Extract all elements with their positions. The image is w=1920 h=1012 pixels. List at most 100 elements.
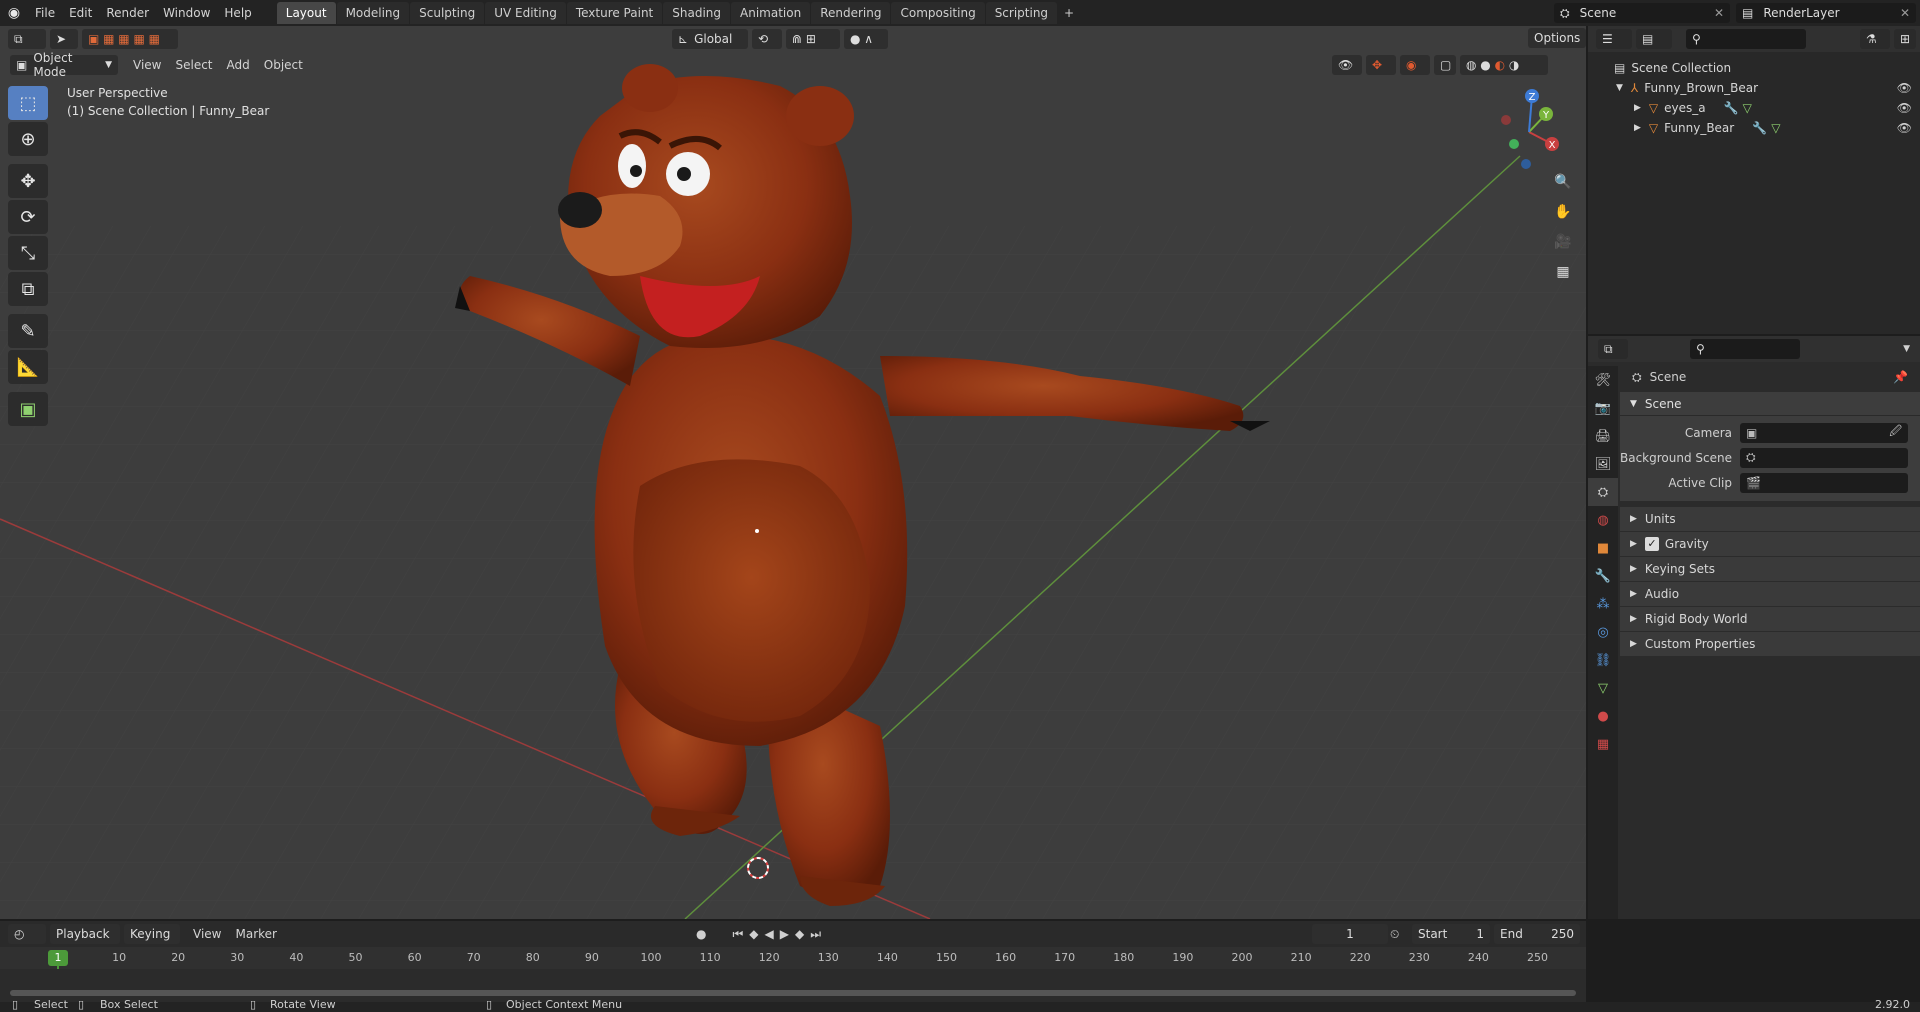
filter-button[interactable]: ⚗ — [1860, 29, 1890, 49]
menu-select[interactable]: Select — [168, 58, 219, 72]
display-mode-button[interactable]: ▤ — [1636, 29, 1672, 49]
tab-scripting[interactable]: Scripting — [985, 2, 1058, 24]
menu-view[interactable]: View — [126, 58, 168, 72]
tab-texture[interactable]: ▦ — [1588, 730, 1618, 758]
neg-y-axis-icon[interactable] — [1509, 139, 1519, 149]
keying-menu[interactable]: Keying — [124, 924, 180, 944]
play-reverse-icon[interactable]: ◀ — [765, 927, 774, 941]
menu-help[interactable]: Help — [217, 0, 258, 26]
annotate-tool[interactable]: ✎ — [8, 314, 48, 348]
tab-shading[interactable]: Shading — [663, 2, 730, 24]
neg-x-axis-icon[interactable] — [1501, 115, 1511, 125]
blender-logo-icon[interactable]: ◉ — [0, 0, 28, 26]
background-scene-field[interactable]: ⛭ — [1740, 447, 1908, 468]
overlay-toggle-button[interactable]: ◉ — [1400, 55, 1430, 75]
jump-end-icon[interactable]: ⏭ — [810, 927, 821, 942]
scene-selector[interactable]: ⛭ Scene ✕ — [1554, 3, 1730, 23]
visibility-button[interactable]: 👁 — [1332, 55, 1362, 75]
outliner-row-eyes-a[interactable]: ▶ ▽ eyes_a 🔧 ▽ 👁 — [1588, 98, 1920, 118]
prev-keyframe-icon[interactable]: ◆ — [749, 927, 758, 941]
camera-field[interactable]: ▣ 🖉 — [1740, 422, 1908, 443]
tab-object[interactable]: ■ — [1588, 534, 1618, 562]
tab-modeling[interactable]: Modeling — [336, 2, 410, 24]
select-tool-mode-button[interactable]: ➤ — [50, 29, 78, 49]
start-frame-field[interactable]: Start 1 — [1412, 924, 1490, 944]
menu-edit[interactable]: Edit — [62, 0, 99, 26]
ortho-toggle-button[interactable]: ▦ — [1548, 258, 1578, 286]
tab-compositing[interactable]: Compositing — [891, 2, 985, 24]
rigid-body-world-panel-header[interactable]: ▶ Rigid Body World — [1620, 607, 1920, 631]
keying-sets-panel-header[interactable]: ▶ Keying Sets — [1620, 557, 1920, 581]
eye-icon[interactable]: 👁 — [1897, 121, 1912, 135]
timeline-editor-type-button[interactable]: ◴ — [8, 924, 46, 944]
proportional-editing-button[interactable]: ● ∧ — [844, 29, 888, 49]
gravity-checkbox[interactable]: ✓ — [1644, 537, 1659, 551]
selection-mode-buttons[interactable]: ▣ ▦ ▦ ▦ ▦ — [82, 29, 178, 49]
outliner-search-input[interactable]: ⚲ — [1686, 29, 1806, 49]
close-icon[interactable]: ✕ — [1714, 6, 1724, 20]
add-cube-tool[interactable]: ▣ — [8, 392, 48, 426]
units-panel-header[interactable]: ▶ Units — [1620, 507, 1920, 531]
tab-tool[interactable]: 🛠 — [1588, 366, 1618, 394]
3d-viewport[interactable]: ⧉ ➤ ▣ ▦ ▦ ▦ ▦ ▣ Object Mode ▼ View Selec… — [0, 26, 1586, 919]
outliner-editor-type-button[interactable]: ☰ — [1596, 29, 1632, 49]
jump-start-icon[interactable]: ⏮ — [732, 927, 743, 942]
pan-button[interactable]: ✋ — [1548, 198, 1578, 226]
tab-texture-paint[interactable]: Texture Paint — [566, 2, 663, 24]
marker-menu[interactable]: Marker — [228, 927, 283, 941]
measure-tool[interactable]: 📐 — [8, 350, 48, 384]
tab-modifiers[interactable]: 🔧 — [1588, 562, 1618, 590]
object-mode-dropdown[interactable]: ▣ Object Mode ▼ — [10, 51, 118, 79]
shading-mode-buttons[interactable]: ◍ ● ◐ ◑ — [1460, 55, 1548, 75]
tab-render[interactable]: 📷 — [1588, 394, 1618, 422]
transform-orientation-dropdown[interactable]: ⊾ Global — [672, 29, 748, 49]
move-tool[interactable]: ✥ — [8, 164, 48, 198]
gizmo-toggle-button[interactable]: ✥ — [1366, 55, 1396, 75]
current-frame-field[interactable]: 1 — [1312, 924, 1388, 944]
record-icon[interactable]: ● — [696, 927, 706, 941]
expand-arrow-icon[interactable]: ▼ — [1616, 83, 1623, 93]
outliner-row-funny-bear[interactable]: ▶ ▽ Funny_Bear 🔧 ▽ 👁 — [1588, 118, 1920, 138]
close-icon[interactable]: ✕ — [1900, 6, 1910, 20]
transform-tool[interactable]: ⧉ — [8, 272, 48, 306]
playhead[interactable]: 1 — [48, 950, 68, 966]
rotate-tool[interactable]: ⟳ — [8, 200, 48, 234]
menu-add[interactable]: Add — [220, 58, 257, 72]
editor-type-button[interactable]: ⧉ — [8, 29, 46, 49]
gravity-panel-header[interactable]: ▶ ✓ Gravity — [1620, 532, 1920, 556]
tab-rendering[interactable]: Rendering — [811, 2, 891, 24]
playback-menu[interactable]: Playback — [50, 924, 120, 944]
audio-panel-header[interactable]: ▶ Audio — [1620, 582, 1920, 606]
tab-uv-editing[interactable]: UV Editing — [485, 2, 566, 24]
tab-world[interactable]: ◍ — [1588, 506, 1618, 534]
expand-arrow-icon[interactable]: ▶ — [1634, 103, 1641, 113]
navigation-gizmo[interactable]: X Y Z — [1484, 84, 1574, 174]
outliner-row-scene-collection[interactable]: ▤ Scene Collection — [1588, 58, 1920, 78]
tab-physics[interactable]: ◎ — [1588, 618, 1618, 646]
snap-button[interactable]: ⋒ ⊞ — [786, 29, 840, 49]
outliner-row-funny-brown-bear[interactable]: ▼ ⅄ Funny_Brown_Bear 👁 — [1588, 78, 1920, 98]
tab-data[interactable]: ▽ — [1588, 674, 1618, 702]
tab-material[interactable]: ● — [1588, 702, 1618, 730]
options-button[interactable]: Options — [1528, 28, 1586, 48]
tab-scene[interactable]: ⛭ — [1588, 478, 1618, 506]
next-keyframe-icon[interactable]: ◆ — [795, 927, 804, 941]
select-box-tool[interactable]: ⬚ — [8, 86, 48, 120]
pivot-point-button[interactable]: ⟲ — [752, 29, 782, 49]
timeline-scrollbar[interactable] — [10, 990, 1576, 996]
camera-view-button[interactable]: 🎥 — [1548, 228, 1578, 256]
eye-icon[interactable]: 👁 — [1897, 81, 1912, 95]
menu-render[interactable]: Render — [99, 0, 156, 26]
menu-window[interactable]: Window — [156, 0, 217, 26]
eyedropper-icon[interactable]: 🖉 — [1889, 422, 1902, 443]
tab-output[interactable]: 🖨 — [1588, 422, 1618, 450]
custom-properties-panel-header[interactable]: ▶ Custom Properties — [1620, 632, 1920, 656]
tab-particles[interactable]: ⁂ — [1588, 590, 1618, 618]
frame-ruler[interactable]: 1 10 20 30 40 50 60 70 80 90 100 110 120 130 140 150 160… — [0, 947, 1586, 1002]
timeline-track[interactable] — [0, 969, 1586, 1002]
menu-file[interactable]: File — [28, 0, 62, 26]
pin-icon[interactable]: 📌 — [1893, 370, 1908, 384]
play-icon[interactable]: ▶ — [780, 927, 789, 941]
add-workspace-button[interactable]: + — [1058, 2, 1080, 24]
neg-z-axis-icon[interactable] — [1521, 159, 1531, 169]
